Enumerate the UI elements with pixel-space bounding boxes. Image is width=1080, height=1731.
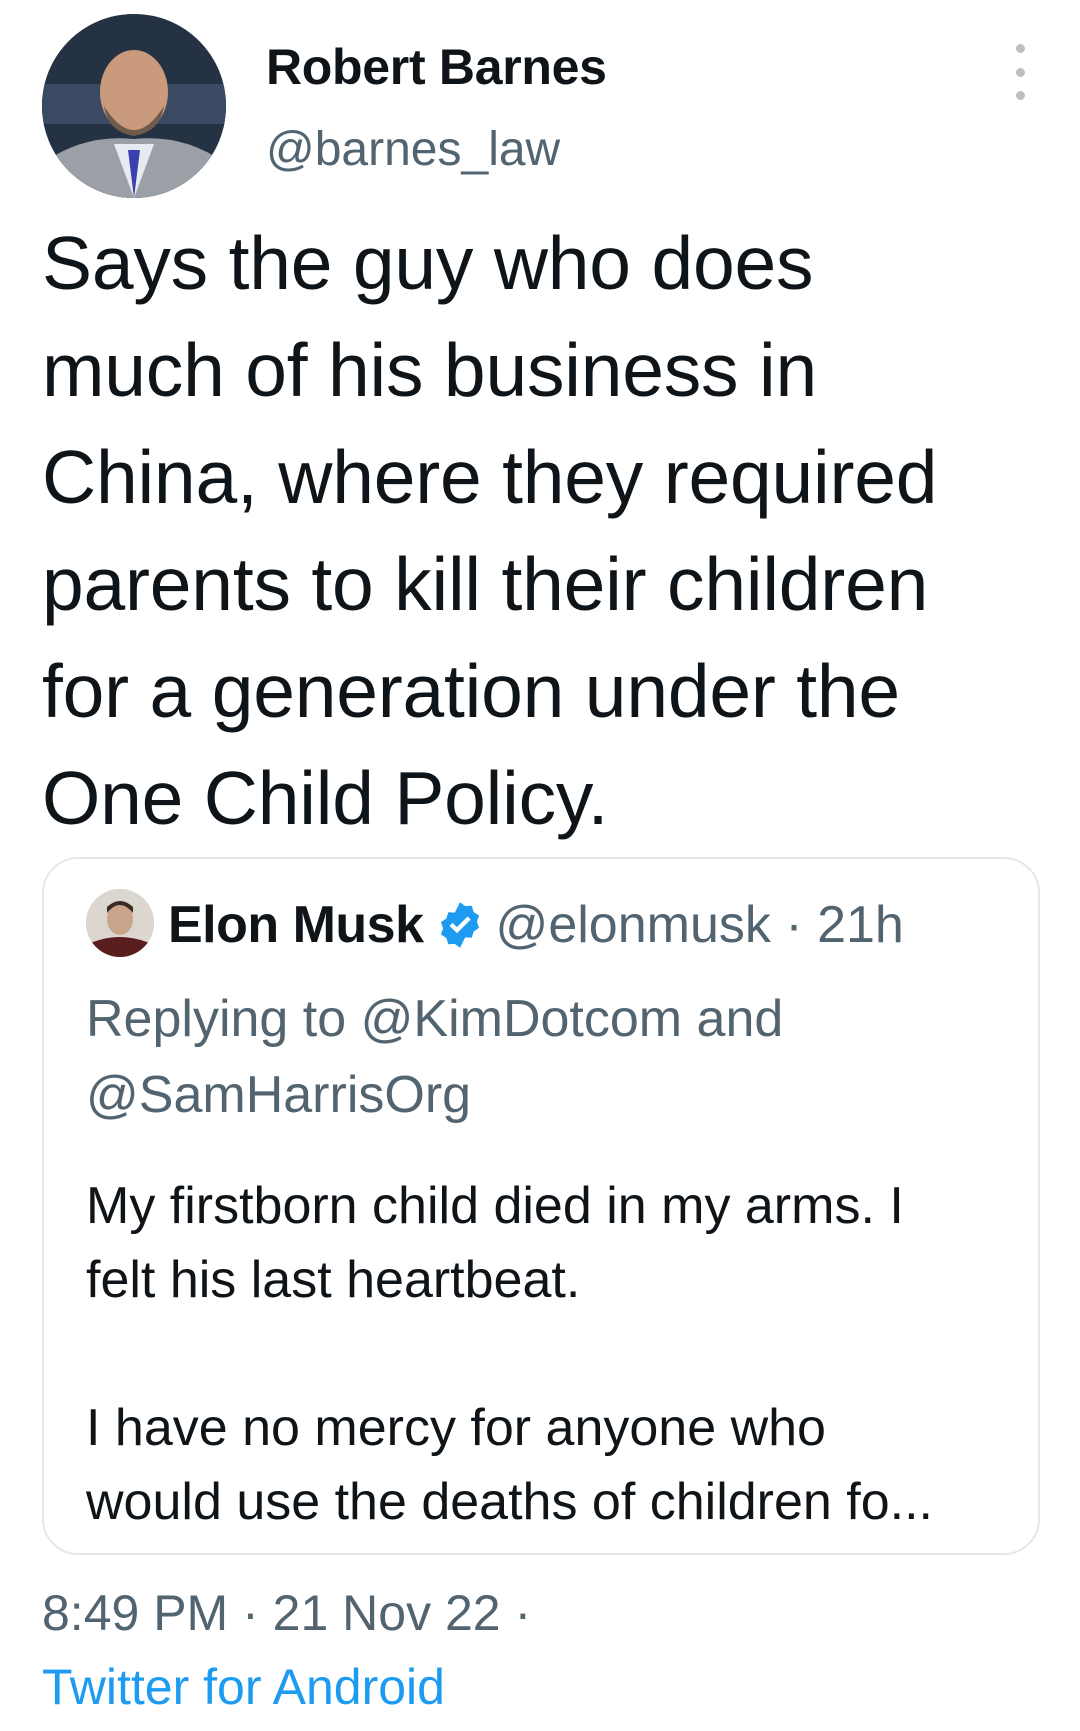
tweet-source-link[interactable]: Twitter for Android (42, 1658, 445, 1716)
author-display-name[interactable]: Robert Barnes (266, 38, 607, 96)
quoted-author-avatar[interactable] (86, 889, 154, 957)
more-options-icon[interactable] (1000, 44, 1040, 100)
author-handle[interactable]: @barnes_law (266, 122, 560, 177)
quoted-tweet-text: My firstborn child died in my arms. I fe… (86, 1177, 933, 1531)
user-photo-icon (42, 14, 226, 198)
quoted-display-name[interactable]: Elon Musk (168, 895, 424, 955)
tweet-card: Robert Barnes @barnes_law Says the guy w… (0, 0, 1080, 1731)
author-avatar[interactable] (42, 14, 226, 198)
user-photo-icon (86, 889, 154, 957)
tweet-timestamp[interactable]: 8:49 PM · 21 Nov 22 · (42, 1584, 531, 1642)
quoted-header: Elon Musk @elonmusk · 21h (168, 895, 904, 955)
replying-to: Replying to @KimDotcom and @SamHarrisOrg (86, 990, 784, 1124)
tweet-text: Says the guy who does much of his busine… (42, 221, 938, 840)
verified-badge-icon (440, 902, 479, 948)
quoted-meta: @elonmusk · 21h (495, 896, 904, 954)
quoted-tweet[interactable]: Elon Musk @elonmusk · 21h Replying to @K… (42, 857, 1040, 1555)
